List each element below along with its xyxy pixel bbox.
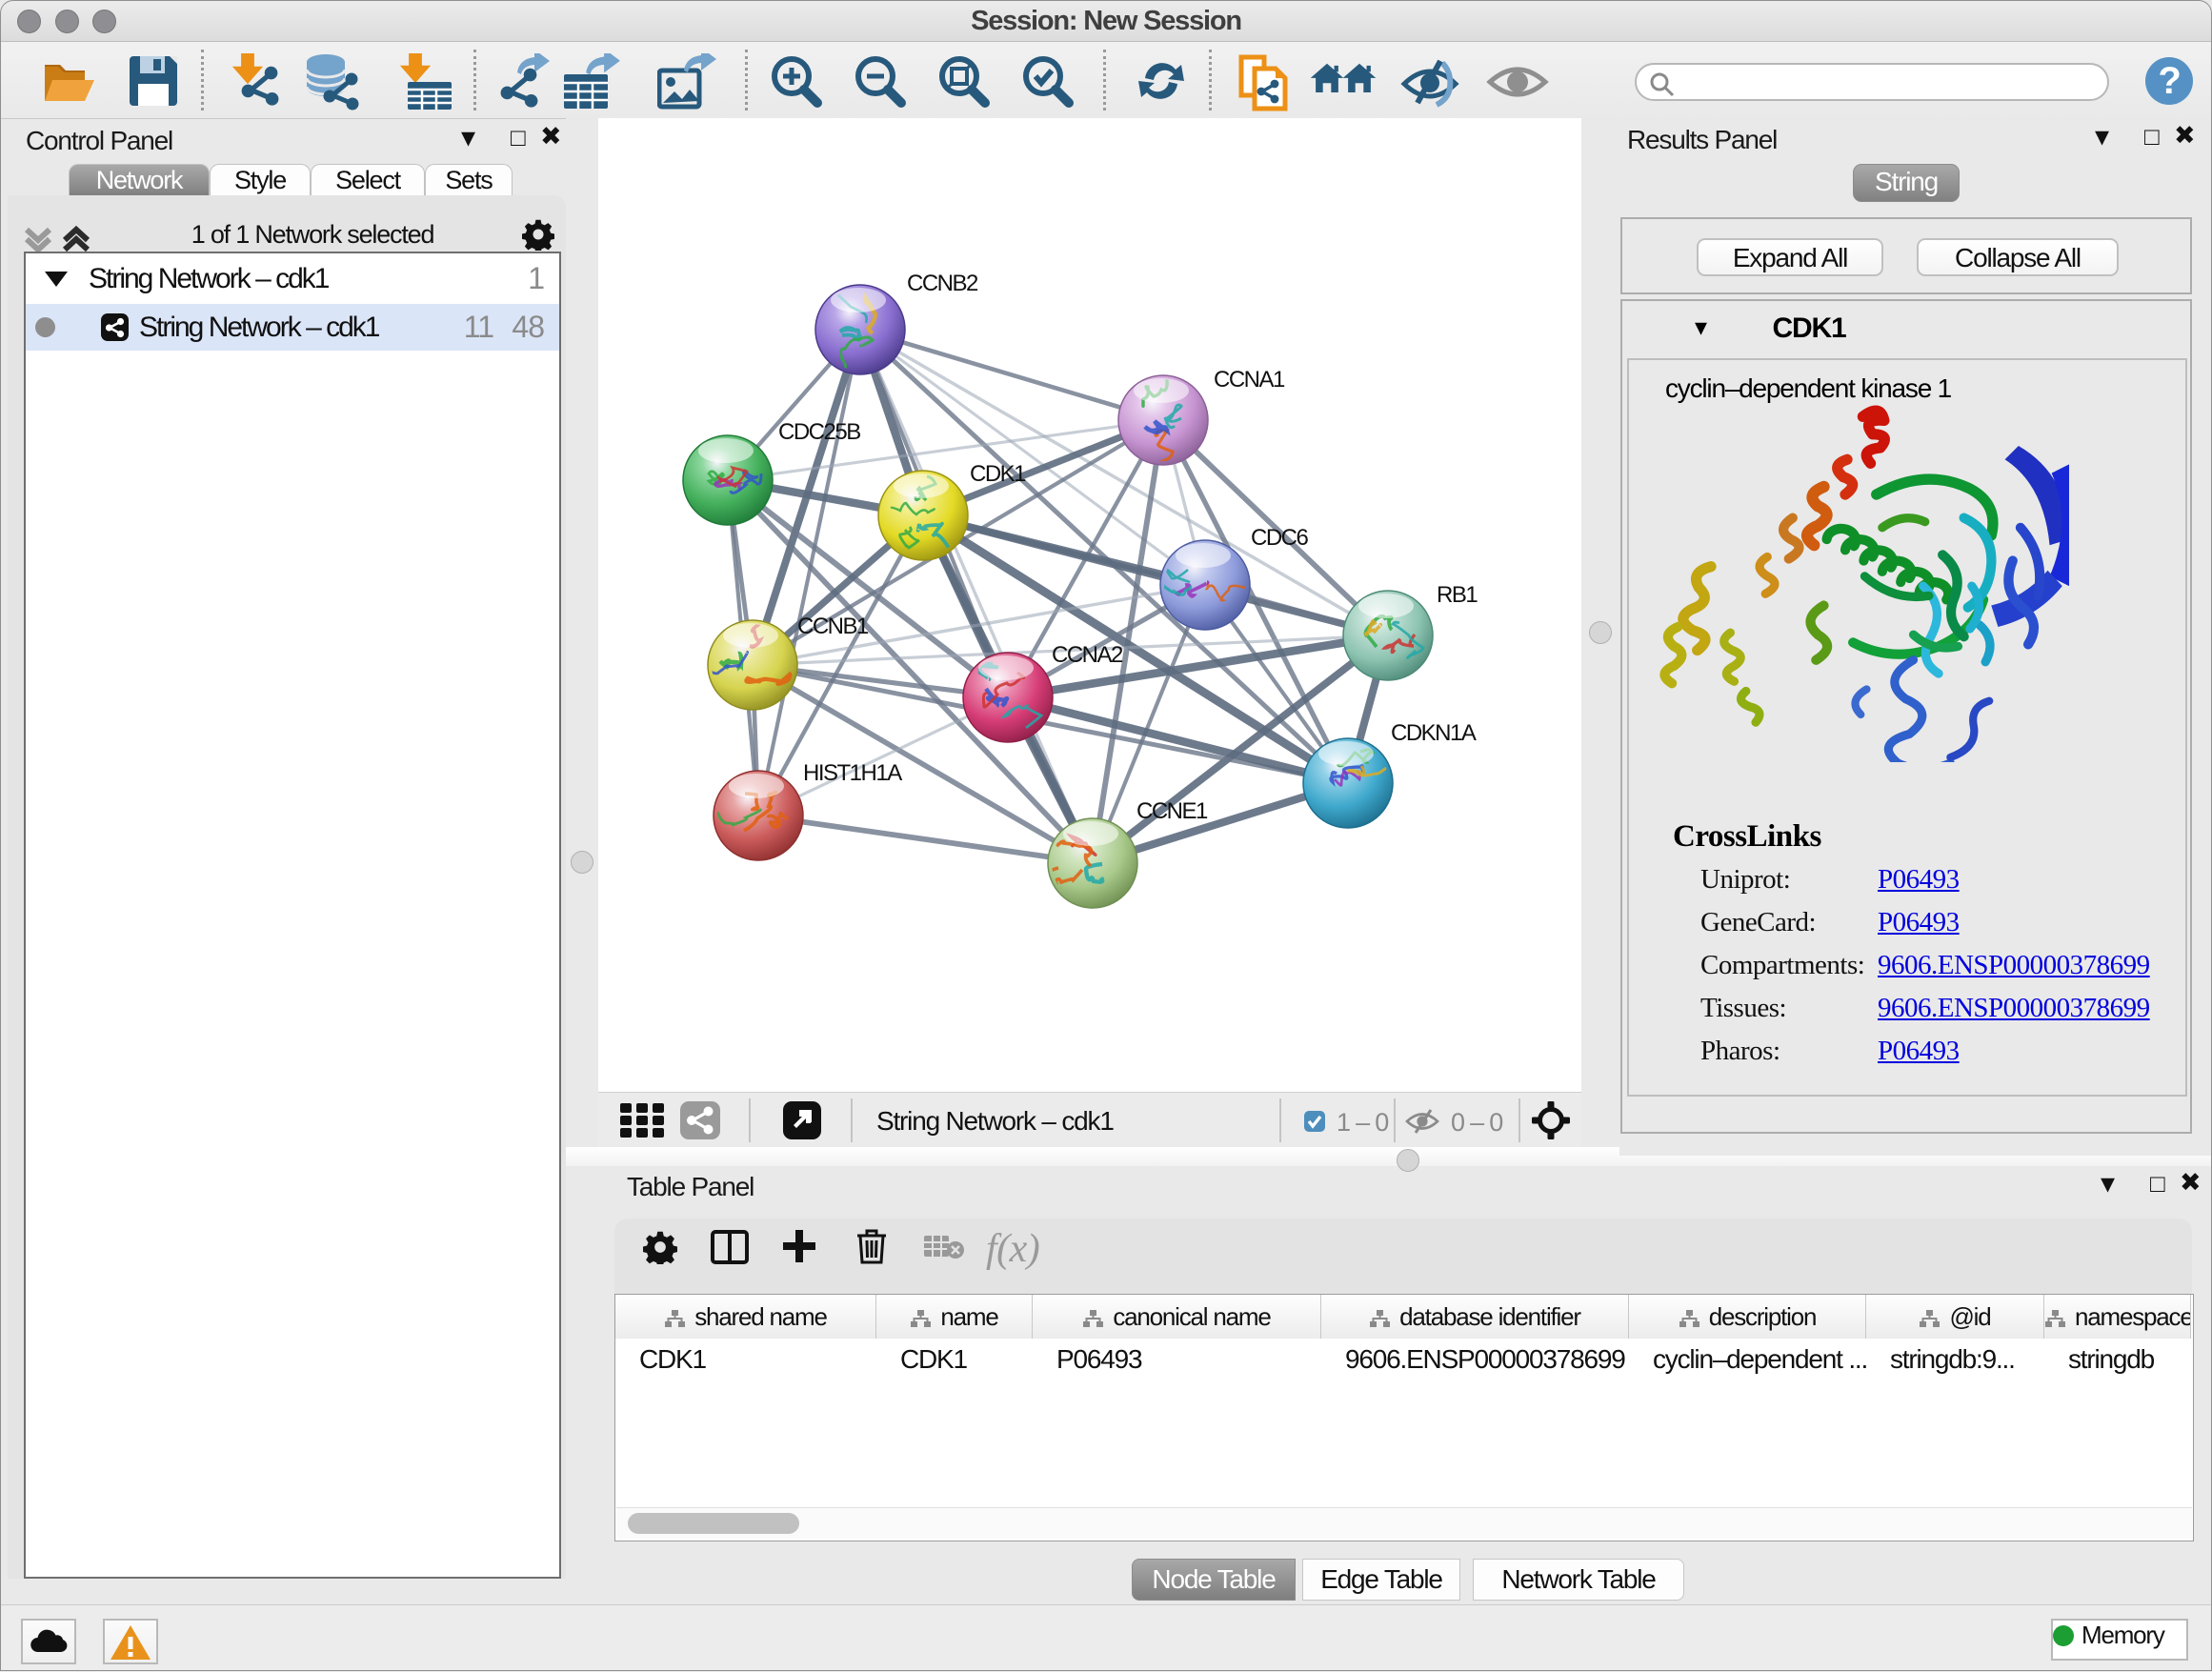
svg-text:CCNA1: CCNA1 — [1214, 367, 1285, 393]
svg-text:CDC25B: CDC25B — [778, 419, 860, 445]
svg-text:RB1: RB1 — [1437, 582, 1478, 608]
svg-text:CDK1: CDK1 — [970, 461, 1026, 487]
svg-text:CCNB1: CCNB1 — [797, 614, 869, 639]
svg-text:CCNE1: CCNE1 — [1136, 798, 1208, 824]
svg-text:CCNA2: CCNA2 — [1052, 642, 1123, 668]
svg-text:HIST1H1A: HIST1H1A — [803, 760, 902, 786]
svg-text:CDKN1A: CDKN1A — [1391, 720, 1477, 746]
svg-text:CDC6: CDC6 — [1251, 525, 1308, 551]
svg-text:CCNB2: CCNB2 — [907, 271, 978, 296]
